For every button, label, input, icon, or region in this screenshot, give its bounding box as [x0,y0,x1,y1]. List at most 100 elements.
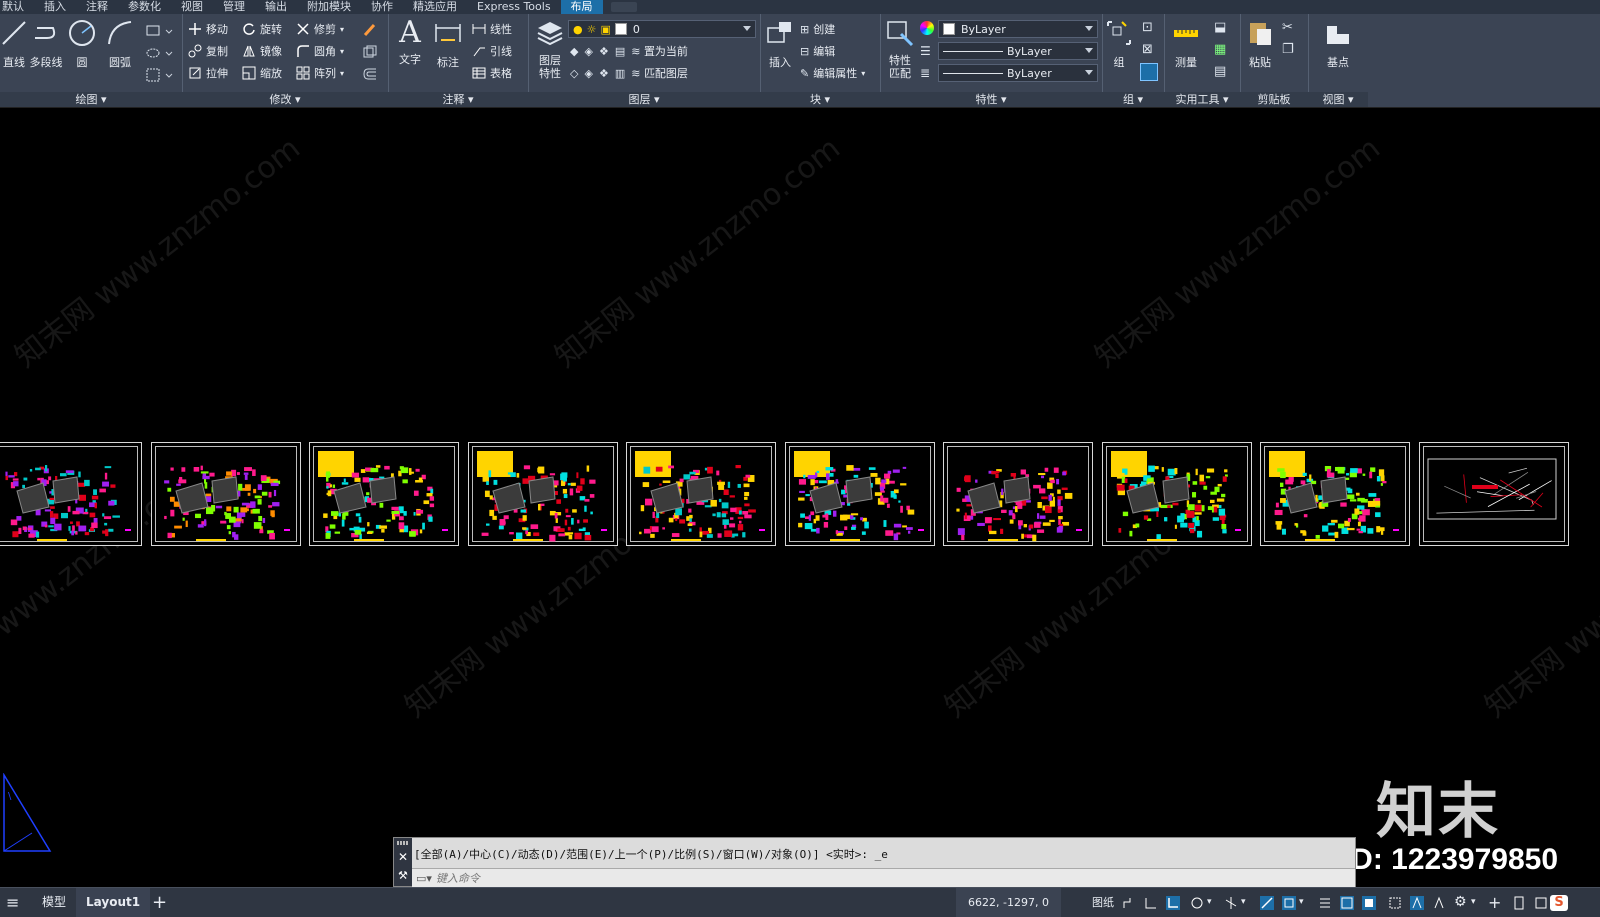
lineweight-icon[interactable]: ≣ [920,66,930,80]
group-edit-icon[interactable]: ⊠ [1142,42,1153,57]
trim-dropdown-icon[interactable]: ▾ [340,25,344,34]
cut-icon[interactable]: ✂ [1282,20,1293,35]
rectangle-icon[interactable] [146,24,176,38]
layer-properties-button[interactable]: 图层 特性 [530,18,570,80]
annotation-monitor-icon[interactable] [1388,896,1402,910]
ribbon-tab[interactable]: 插入 [34,0,76,14]
panel-annotation-title[interactable]: 注释 ▾ [388,92,528,107]
annotation-add-icon[interactable]: + [1488,888,1501,917]
boundary-icon[interactable] [146,68,176,82]
panel-modify-title[interactable]: 修改 ▾ [182,92,388,107]
command-line-grip[interactable]: ✕ ⚒ [394,838,412,886]
object-snap-icon[interactable] [1282,896,1296,910]
ribbon-tab[interactable]: 布局 [560,0,603,14]
layout-sheet-thumbnail[interactable] [150,442,301,546]
text-tool-button[interactable]: A 文字 [390,18,430,67]
isodraft-dropdown-icon[interactable]: ▾ [1241,888,1246,917]
ungroup-icon[interactable]: ⊡ [1142,20,1153,35]
layer-on-icon[interactable]: ◇ [570,67,578,80]
linetype-dropdown[interactable]: ByLayer [938,42,1098,60]
group-select-icon[interactable] [1140,63,1158,81]
workspace-dropdown-icon[interactable]: ▾ [1471,888,1476,917]
selection-cycling-icon[interactable] [1362,896,1376,910]
annotation-visibility-icon[interactable] [1432,896,1446,910]
edit-attributes-dropdown-icon[interactable]: ▾ [861,69,865,78]
ribbon-tab[interactable]: 参数化 [118,0,171,14]
ribbon-tab[interactable]: 附加模块 [297,0,361,14]
fillet-dropdown-icon[interactable]: ▾ [340,47,344,56]
polar-dropdown-icon[interactable]: ▾ [1207,888,1212,917]
panel-properties-title[interactable]: 特性 ▾ [880,92,1102,107]
customize-icon[interactable]: ⚒ [398,869,408,882]
move-button[interactable]: 移动 [188,20,228,38]
layer-unlock-icon[interactable]: ▥ [615,67,625,80]
circle-tool-button[interactable]: 圆 [62,18,102,70]
linetype-icon[interactable]: ☰ [920,44,931,58]
command-prompt-icon[interactable]: ▭▾ [416,872,432,885]
leader-button[interactable]: 引线 [472,42,512,60]
layout-sheet-thumbnail[interactable] [626,442,776,546]
layer-dropdown[interactable]: ● ☼ ▣ 0 [568,20,756,38]
layer-unisolate-icon[interactable]: ◈ [584,67,592,80]
make-current-button[interactable]: ≋ 置为当前 [631,43,688,59]
close-icon[interactable]: ✕ [398,850,408,864]
panel-utilities-title[interactable]: 实用工具 ▾ [1164,92,1240,107]
edit-block-button[interactable]: ⊟ 编辑 [800,42,835,60]
edit-attributes-button[interactable]: ✎ 编辑属性 ▾ [800,64,865,82]
array-dropdown-icon[interactable]: ▾ [340,69,344,78]
quick-properties-icon[interactable] [1512,896,1526,910]
ribbon-tab[interactable]: 注释 [76,0,118,14]
transparency-icon[interactable] [1340,896,1354,910]
layout-sheet-thumbnail[interactable] [1418,442,1569,546]
coordinates-readout[interactable]: 6622, -1297, 0 [956,888,1061,917]
ribbon-tab[interactable]: 精选应用 [403,0,467,14]
drawing-canvas[interactable]: 知末网 www.znzmo.com 知末网 www.znzmo.com 知末网 … [0,108,1600,886]
input-method-icon[interactable]: S [1550,895,1568,911]
layer-thaw-icon[interactable]: ❖ [599,67,609,80]
clean-screen-icon[interactable] [1534,896,1548,910]
explode-icon[interactable] [362,44,378,60]
table-button[interactable]: 表格 [472,64,512,82]
layer-freeze-icon[interactable]: ❖ [599,45,609,58]
measure-button[interactable]: 测量 [1166,18,1206,70]
ortho-mode-icon[interactable] [1166,896,1180,910]
layer-off-icon[interactable]: ◆ [570,45,578,58]
layer-lock-icon[interactable]: ▤ [615,45,625,58]
match-layer-button[interactable]: ≋ 匹配图层 [631,65,688,81]
workspace-gear-icon[interactable]: ⚙ [1454,888,1467,917]
object-snap-dropdown-icon[interactable]: ▾ [1299,888,1304,917]
scale-button[interactable]: 缩放 [242,64,282,82]
annotation-scale-icon[interactable] [1410,896,1424,910]
select-all-icon[interactable]: ▦ [1214,42,1226,57]
command-input[interactable]: ▭▾ 键入命令 [412,868,1355,887]
paste-button[interactable]: 粘贴 [1240,18,1280,70]
layout-sheet-thumbnail[interactable] [309,442,459,546]
arc-tool-button[interactable]: 圆弧 [100,18,140,70]
panel-layers-title[interactable]: 图层 ▾ [528,92,760,107]
rotate-button[interactable]: 旋转 [242,20,282,38]
object-snap-tracking-icon[interactable] [1260,896,1274,910]
color-wheel-icon[interactable] [920,21,934,35]
isodraft-icon[interactable] [1224,896,1238,910]
ribbon-tab[interactable]: Express Tools [467,0,561,14]
layout1-tab[interactable]: Layout1 [76,888,151,917]
ribbon-tab[interactable]: 管理 [213,0,255,14]
lineweight-toggle-icon[interactable] [1318,896,1332,910]
layout-sheet-thumbnail[interactable] [1260,442,1410,546]
panel-clipboard-title[interactable]: 剪贴板 [1240,92,1308,107]
color-dropdown[interactable]: ByLayer [938,20,1098,38]
ribbon-tab[interactable]: 默认 [0,0,34,14]
layout-sheet-thumbnail[interactable] [943,442,1093,546]
linear-dim-button[interactable]: 线性 [472,20,512,38]
array-button[interactable]: 阵列 ▾ [296,64,344,82]
panel-draw-title[interactable]: 绘图 ▾ [0,92,182,107]
panel-view-title[interactable]: 视图 ▾ [1308,92,1368,107]
panel-block-title[interactable]: 块 ▾ [760,92,880,107]
erase-icon[interactable] [362,22,378,38]
ribbon-display-toggle-icon[interactable] [610,2,637,12]
calculator-icon[interactable]: ▤ [1214,64,1226,79]
ribbon-tab[interactable]: 输出 [255,0,297,14]
base-view-button[interactable]: 基点 [1318,18,1358,70]
polar-tracking-icon[interactable] [1190,896,1204,910]
lineweight-dropdown[interactable]: ByLayer [938,64,1098,82]
